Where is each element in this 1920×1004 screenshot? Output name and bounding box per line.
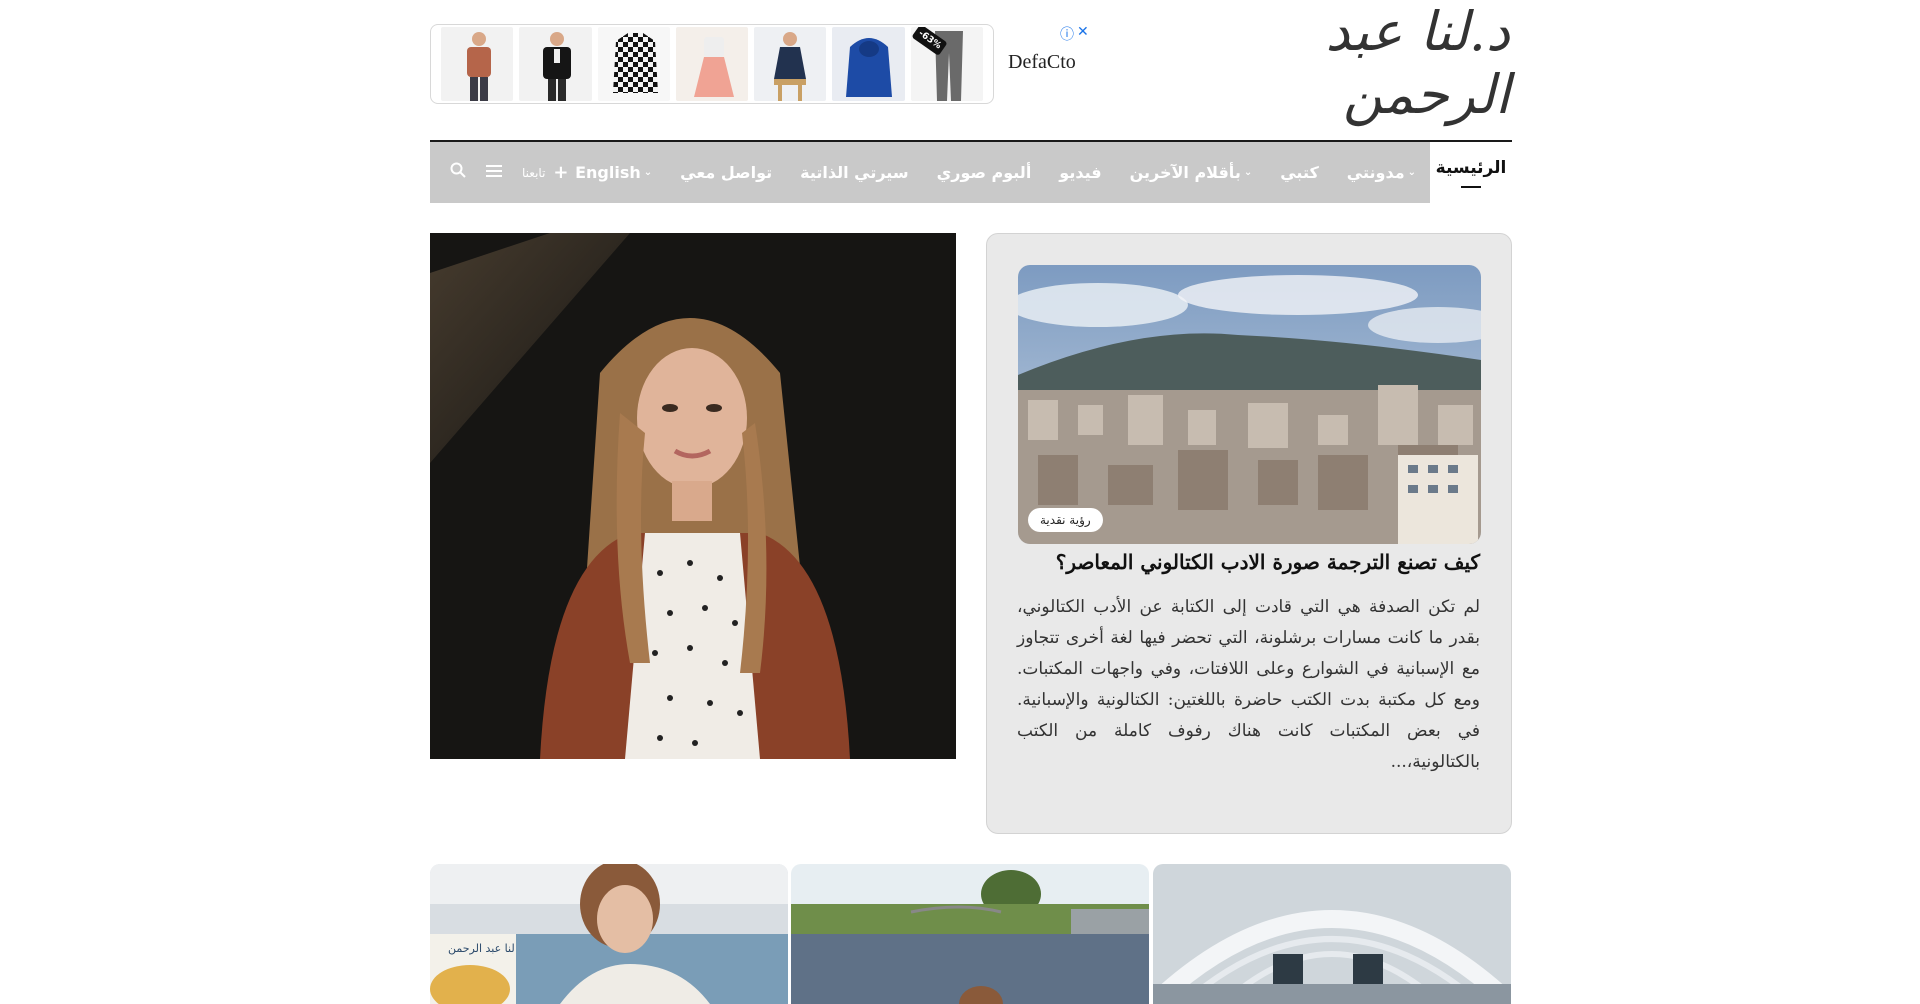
nav-item-label: سيرتي الذاتية [800, 163, 909, 182]
nav-item-home[interactable]: الرئيسية [1430, 142, 1512, 203]
nav-item-label: فيديو [1059, 163, 1102, 182]
menu-icon[interactable] [486, 163, 502, 183]
article-thumbnail[interactable]: لنا عبد الرحمن [430, 864, 788, 1004]
book-cover-caption: لنا عبد الرحمن [448, 942, 515, 955]
nav-item-video[interactable]: فيديو [1045, 163, 1115, 182]
ad-product-image[interactable] [832, 27, 905, 101]
chevron-down-icon: ⌄ [1407, 167, 1416, 178]
ad-product-image[interactable] [519, 27, 592, 101]
nav-item-label: كتبي [1280, 163, 1319, 182]
main-navigation: الرئيسية مدونتي ⌄ كتبي بأقلام الآخرين ⌄ في… [430, 140, 1512, 203]
nav-items: مدونتي ⌄ كتبي بأقلام الآخرين ⌄ فيديو ألبوم… [561, 142, 1430, 203]
info-icon[interactable]: ⓘ [1060, 24, 1074, 44]
close-icon[interactable]: ✕ [1077, 24, 1089, 44]
active-underline [1461, 185, 1481, 188]
canal-landscape-image [791, 864, 1149, 1004]
ad-brand-name[interactable]: DefaCto [1008, 51, 1076, 74]
featured-article-card[interactable]: رؤية نقدية كيف تصنع الترجمة صورة الادب ا… [986, 233, 1512, 834]
article-thumbnail[interactable] [791, 864, 1149, 1004]
ad-product-strip[interactable]: -63% [430, 24, 994, 104]
nav-item-books[interactable]: كتبي [1266, 163, 1333, 182]
nav-item-label: مدونتي [1346, 163, 1405, 182]
search-icon[interactable] [450, 162, 466, 183]
nav-item-english[interactable]: English ⌄ [561, 163, 666, 182]
nav-item-photo-album[interactable]: ألبوم صوري [923, 163, 1046, 182]
ad-product-image[interactable] [675, 27, 749, 101]
site-logo[interactable]: د.لنا عبد الرحمن [1180, 0, 1512, 126]
category-badge[interactable]: رؤية نقدية [1028, 508, 1103, 532]
ad-product-image[interactable]: -63% [910, 27, 983, 101]
plus-icon: + [553, 162, 569, 183]
nav-item-label: بأقلام الآخرين [1129, 163, 1241, 182]
chevron-down-icon: ⌄ [643, 167, 653, 178]
nav-item-others-writings[interactable]: بأقلام الآخرين ⌄ [1116, 163, 1267, 182]
nav-item-label: الرئيسية [1435, 157, 1507, 178]
logo-signature: د.لنا عبد الرحمن [1325, 0, 1512, 126]
barcelona-cityscape-image [1018, 265, 1481, 544]
ad-product-image[interactable] [597, 27, 670, 101]
ad-product-image[interactable] [754, 27, 827, 101]
featured-article-title[interactable]: كيف تصنع الترجمة صورة الادب الكتالوني ال… [1017, 550, 1480, 574]
hero-video[interactable] [430, 233, 956, 759]
ad-banner[interactable]: -63% DefaCto ⓘ ✕ [430, 24, 1090, 104]
nav-item-biography[interactable]: سيرتي الذاتية [786, 163, 922, 182]
follow-label: تابعنا [522, 165, 546, 180]
nav-item-blog[interactable]: مدونتي ⌄ [1333, 163, 1430, 182]
article-thumbnail[interactable] [1153, 864, 1511, 1004]
nav-item-label: ألبوم صوري [936, 163, 1032, 182]
airport-terminal-image [1153, 864, 1511, 1004]
ad-product-image[interactable] [441, 27, 514, 101]
ad-choices[interactable]: ⓘ ✕ [1060, 24, 1089, 44]
portrait-cafe-image: لنا عبد الرحمن [430, 864, 788, 1004]
nav-item-label: تواصل معي [680, 163, 773, 182]
chevron-down-icon: ⌄ [1243, 167, 1253, 178]
follow-button[interactable]: تابعنا + [522, 162, 569, 183]
nav-item-contact[interactable]: تواصل معي [666, 163, 786, 182]
featured-article-excerpt: لم تكن الصدفة هي التي قادت إلى الكتابة ع… [1017, 597, 1480, 772]
nav-item-label: English [575, 163, 641, 182]
featured-article-image[interactable] [1018, 265, 1481, 544]
hero-portrait-image [430, 233, 956, 759]
nav-tools: تابعنا + [450, 142, 569, 203]
